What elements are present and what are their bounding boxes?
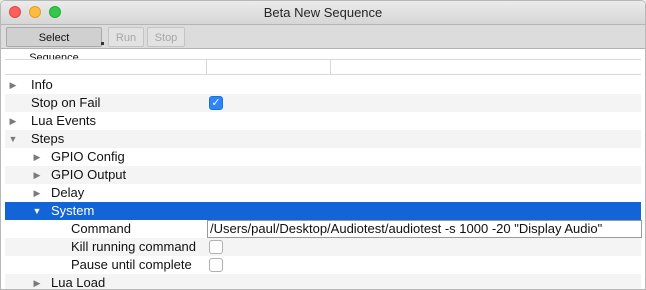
table-header (5, 59, 641, 75)
tree-label-pause-until-complete: Pause until complete (71, 257, 192, 272)
tree-label-command: Command (71, 221, 131, 236)
toolbar: Select Sequence Run Stop (1, 25, 645, 64)
property-tree: ▶ Info Stop on Fail ✓ ▶ Lua Events ▼ Ste… (5, 76, 642, 290)
tree-label-system: System (51, 203, 95, 218)
window-title: Beta New Sequence (263, 5, 383, 20)
disclosure-collapsed-icon[interactable]: ▶ (31, 166, 43, 184)
tree-row-system[interactable]: ▼ System (5, 202, 641, 220)
header-column-value[interactable] (207, 60, 331, 74)
disclosure-expanded-icon[interactable]: ▼ (7, 130, 19, 148)
tree-row-steps[interactable]: ▼ Steps (5, 130, 641, 148)
app-window: Beta New Sequence Select Sequence Run St… (0, 0, 646, 290)
tree-label-delay: Delay (51, 185, 85, 200)
tree-label-info: Info (31, 77, 53, 92)
tree-row-command: Command /Users/paul/Desktop/Audiotest/au… (5, 220, 642, 238)
disclosure-collapsed-icon[interactable]: ▶ (31, 184, 43, 202)
tree-label-gpio-config: GPIO Config (51, 149, 125, 164)
tree-row-lua-load[interactable]: ▶ Lua Load (5, 274, 641, 290)
command-input[interactable]: /Users/paul/Desktop/Audiotest/audiotest … (207, 220, 642, 238)
tree-row-kill-running-command: Kill running command (5, 238, 641, 256)
tree-label-steps: Steps (31, 131, 65, 146)
tree-label-stop-on-fail: Stop on Fail (31, 95, 101, 110)
disclosure-collapsed-icon[interactable]: ▶ (31, 274, 43, 289)
tree-row-delay[interactable]: ▶ Delay (5, 184, 641, 202)
tree-label-lua-events: Lua Events (31, 113, 97, 128)
tree-row-info[interactable]: ▶ Info (5, 76, 641, 94)
header-column-name[interactable] (5, 60, 207, 74)
tree-label-gpio-output: GPIO Output (51, 167, 127, 182)
title-bar[interactable]: Beta New Sequence (1, 1, 645, 25)
tree-row-lua-events[interactable]: ▶ Lua Events (5, 112, 641, 130)
stop-button[interactable]: Stop (147, 27, 185, 47)
kill-running-command-checkbox[interactable] (209, 240, 223, 254)
tree-row-pause-until-complete: Pause until complete (5, 256, 641, 274)
tree-row-stop-on-fail: Stop on Fail ✓ (5, 94, 641, 112)
tree-row-gpio-output[interactable]: ▶ GPIO Output (5, 166, 641, 184)
disclosure-collapsed-icon[interactable]: ▶ (7, 76, 19, 94)
tree-label-kill-running-command: Kill running command (71, 239, 197, 254)
tree-label-lua-load: Lua Load (51, 275, 106, 290)
disclosure-expanded-icon[interactable]: ▼ (31, 202, 43, 220)
pause-until-complete-checkbox[interactable] (209, 258, 223, 272)
select-sequence-button[interactable]: Select Sequence (6, 27, 104, 64)
disclosure-collapsed-icon[interactable]: ▶ (31, 148, 43, 166)
run-button[interactable]: Run (108, 27, 144, 47)
tree-row-gpio-config[interactable]: ▶ GPIO Config (5, 148, 641, 166)
disclosure-collapsed-icon[interactable]: ▶ (7, 112, 19, 130)
stop-on-fail-checkbox[interactable]: ✓ (209, 96, 223, 110)
